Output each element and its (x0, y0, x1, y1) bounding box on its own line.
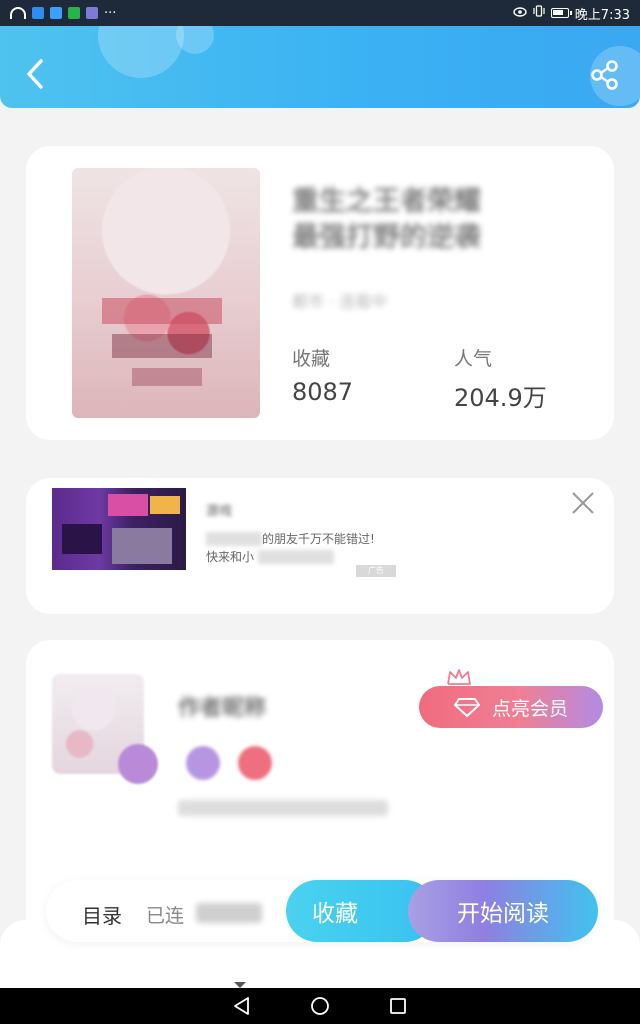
ad-blurred-text (258, 550, 334, 564)
share-icon (591, 60, 618, 90)
close-icon (572, 492, 594, 514)
ad-blurred-text (206, 532, 262, 546)
serial-status: 已连 (146, 905, 185, 927)
decor-bubble (98, 26, 184, 78)
vip-button-label: 点亮会员 (491, 697, 568, 720)
diamond-icon (453, 698, 480, 717)
activate-vip-button[interactable]: 点亮会员 (419, 686, 603, 728)
avatar-badge (118, 744, 158, 784)
decor-bubble (176, 26, 214, 54)
battery-icon (550, 8, 572, 18)
system-nav-bar (0, 988, 640, 1024)
book-title: 重生之王者荣耀 最强打野的逆袭 (292, 186, 481, 253)
wifi-icon (10, 7, 26, 19)
status-right: 晚上7:33 (513, 4, 630, 23)
ad-line-1: 的朋友千万不能错过! (262, 532, 375, 546)
crown-icon (447, 669, 471, 685)
share-button[interactable] (588, 58, 622, 92)
clock: 晚上7:33 (574, 7, 630, 23)
vibrate-icon (533, 5, 545, 21)
book-meta: 都市 · 连载中 (292, 292, 388, 311)
favorites-label: 收藏 (292, 348, 331, 370)
author-name[interactable]: 作者昵称 (178, 690, 318, 721)
author-info (178, 800, 388, 816)
popularity-label: 人气 (454, 348, 493, 370)
app-notification-icon (68, 7, 80, 19)
ad-badge: 广告 (356, 565, 396, 577)
ad-image[interactable] (52, 488, 186, 570)
start-reading-label: 开始阅读 (457, 901, 549, 927)
nav-recents-icon[interactable] (388, 996, 408, 1016)
ad-close-button[interactable] (570, 490, 596, 516)
serial-status-blurred (196, 903, 262, 923)
book-cover[interactable] (72, 168, 260, 418)
eye-comfort-icon (513, 6, 527, 21)
popularity-count: 204.9万 (454, 384, 547, 412)
app-notification-icon (50, 7, 62, 19)
nav-back-icon[interactable] (232, 996, 252, 1016)
ad-title: 游戏 (206, 504, 233, 519)
status-left: ··· (10, 6, 116, 21)
ad-line-2: 快来和小 (206, 550, 255, 564)
favorite-button-label: 收藏 (312, 901, 358, 927)
start-reading-button[interactable]: 开始阅读 (408, 880, 598, 942)
ad-card[interactable]: 游戏 的朋友千万不能错过! 快来和小 广告 (26, 478, 614, 614)
book-info-card: 重生之王者荣耀 最强打野的逆袭 都市 · 连载中 收藏 8087 人气 204.… (26, 146, 614, 440)
author-honor-badge (238, 746, 272, 780)
chevron-left-icon (27, 59, 43, 89)
author-level-badge (186, 746, 220, 780)
nav-home-icon[interactable] (310, 996, 330, 1016)
back-button[interactable] (20, 56, 50, 92)
more-notifications: ··· (104, 5, 117, 21)
favorites-count: 8087 (292, 378, 354, 406)
status-bar: ··· 晚上7:33 (0, 0, 640, 26)
catalog-button[interactable]: 目录 (82, 900, 122, 929)
app-notification-icon (86, 7, 98, 19)
top-header (0, 26, 640, 108)
app-notification-icon (32, 7, 44, 19)
